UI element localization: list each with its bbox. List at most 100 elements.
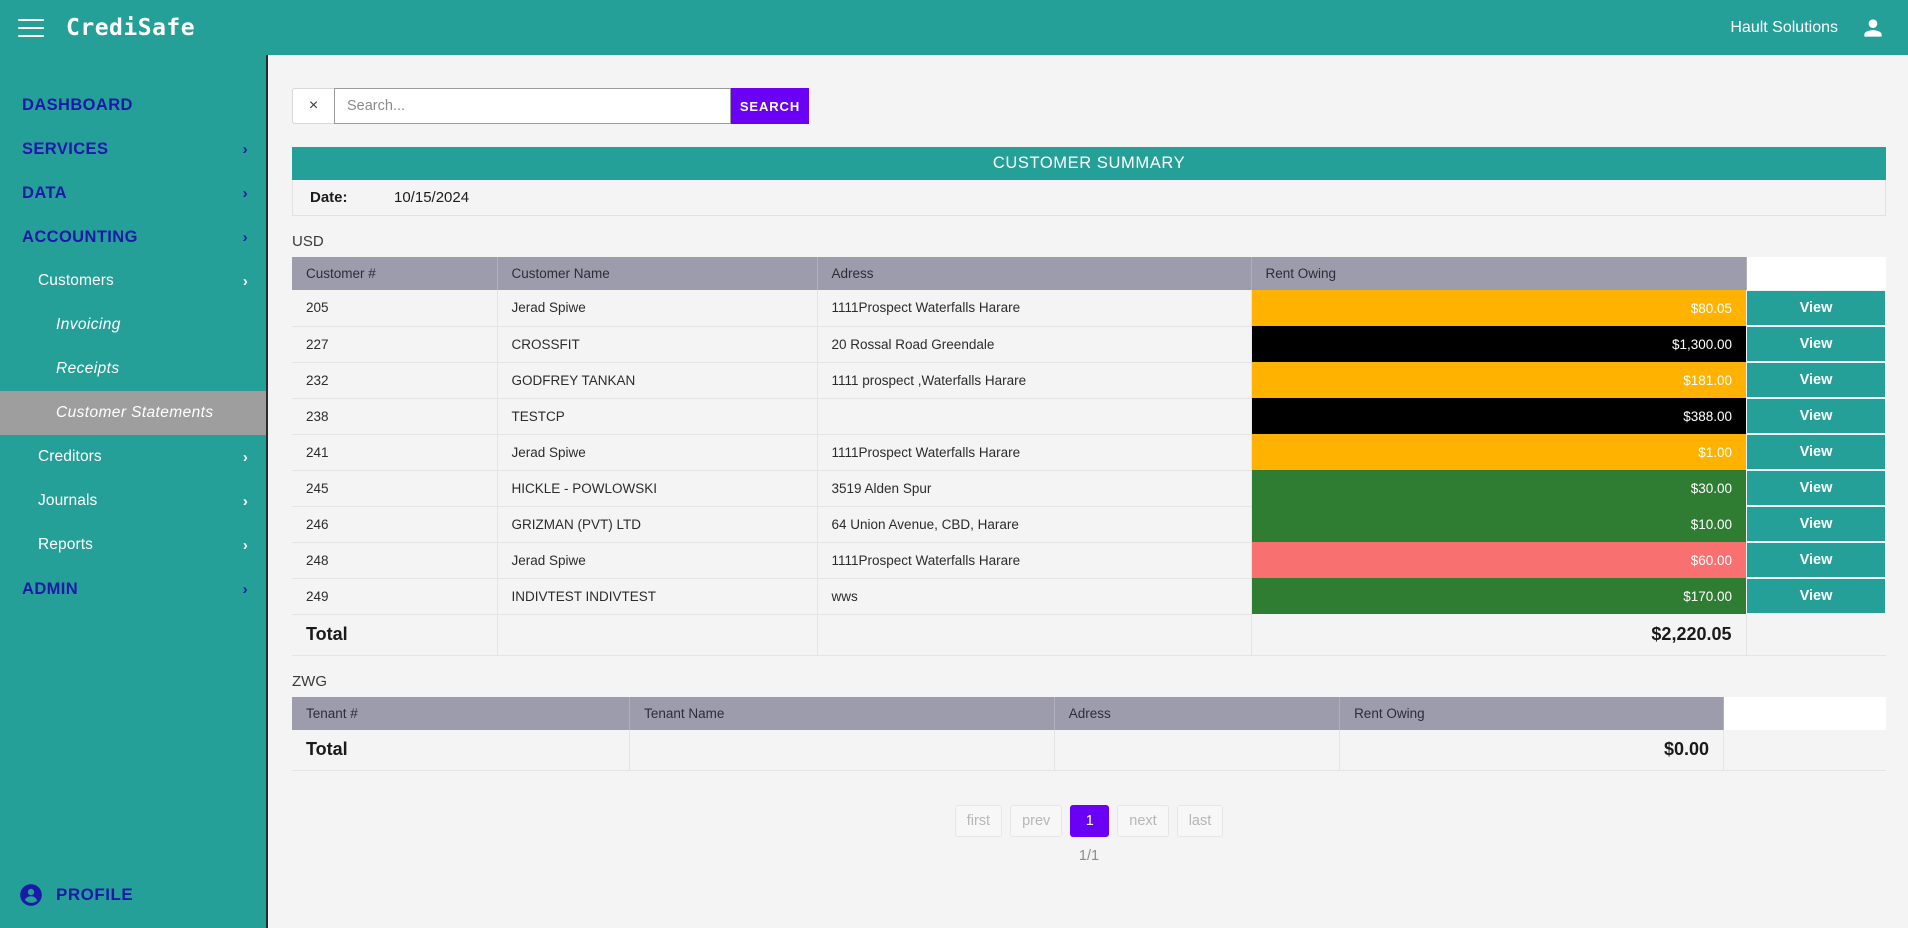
sidebar-item-label: DASHBOARD (22, 95, 133, 114)
cell-address: 3519 Alden Spur (817, 470, 1252, 507)
total-blank-name (497, 614, 818, 656)
column-header-adress: Adress (817, 257, 1252, 290)
cell-name: Jerad Spiwe (497, 290, 818, 327)
view-button[interactable]: View (1746, 290, 1886, 326)
sidebar-item-creditors[interactable]: Creditors › (0, 435, 266, 479)
chevron-right-icon: › (242, 492, 248, 510)
sidebar-item-journals[interactable]: Journals › (0, 479, 266, 523)
cell-action: View (1746, 290, 1886, 326)
cell-name: GRIZMAN (PVT) LTD (497, 506, 818, 543)
cell-action: View (1746, 506, 1886, 542)
cell-name: INDIVTEST INDIVTEST (497, 578, 818, 615)
view-button[interactable]: View (1746, 506, 1886, 542)
zwg-tenant-table: Tenant # Tenant Name Adress Rent Owing Tota… (292, 696, 1886, 771)
sidebar-item-admin[interactable]: ADMIN › (0, 567, 266, 611)
sidebar-item-customer-statements[interactable]: Customer Statements (0, 391, 266, 435)
sidebar-item-services[interactable]: SERVICES › (0, 127, 266, 171)
pagination-page-1-button[interactable]: 1 (1070, 805, 1110, 837)
usd-table-header-row: Customer # Customer Name Adress Rent Owing (292, 257, 1886, 290)
total-blank-address (817, 614, 1252, 656)
chevron-right-icon: › (242, 580, 248, 598)
cell-rent-owing: $1.00 (1251, 434, 1746, 470)
zwg-section-label: ZWG (292, 672, 327, 690)
cell-name: TESTCP (497, 398, 818, 435)
chevron-right-icon: › (242, 184, 248, 202)
cell-action: View (1746, 362, 1886, 398)
pagination-next-button[interactable]: next (1117, 805, 1169, 837)
sidebar-item-receipts[interactable]: Receipts (0, 347, 266, 391)
cell-id: 249 (292, 578, 498, 615)
zwg-table-header-row: Tenant # Tenant Name Adress Rent Owing (292, 696, 1886, 730)
pagination-controls: first prev 1 next last (954, 805, 1224, 837)
date-value: 10/15/2024 (394, 189, 470, 206)
column-header-customer-: Customer # (292, 257, 498, 290)
sidebar-item-reports[interactable]: Reports › (0, 523, 266, 567)
column-header-rent-owing: Rent Owing (1251, 257, 1747, 290)
top-app-bar: CrediSafe Hault Solutions (0, 0, 1908, 55)
view-button[interactable]: View (1746, 362, 1886, 398)
table-total-row: Total $0.00 (292, 729, 1886, 771)
pagination-prev-button[interactable]: prev (1010, 805, 1063, 837)
search-bar: × SEARCH (292, 88, 809, 124)
account-circle-icon[interactable] (1860, 15, 1886, 41)
sidebar-item-label: ADMIN (22, 579, 79, 598)
table-row: 241 Jerad Spiwe 1111Prospect Waterfalls Ha… (292, 434, 1886, 471)
cell-id: 205 (292, 290, 498, 327)
sidebar-item-dashboard[interactable]: DASHBOARD (0, 83, 266, 127)
cell-rent-owing: $80.05 (1251, 290, 1746, 326)
view-button[interactable]: View (1746, 470, 1886, 506)
cell-address: 1111Prospect Waterfalls Harare (817, 290, 1252, 327)
clear-search-icon[interactable]: × (292, 88, 334, 124)
cell-address: 1111 prospect ,Waterfalls Harare (817, 362, 1252, 399)
date-label: Date: (310, 189, 348, 206)
table-row: 245 HICKLE - POWLOWSKI 3519 Alden Spur $30.… (292, 470, 1886, 507)
sidebar-item-label: ACCOUNTING (22, 227, 138, 246)
cell-action: View (1746, 434, 1886, 470)
sidebar-item-label: DATA (22, 183, 67, 202)
usd-customer-table: Customer # Customer Name Adress Rent Owing … (292, 257, 1886, 656)
organization-name: Hault Solutions (1730, 18, 1838, 36)
zwg-table-body: Total $0.00 (292, 729, 1886, 771)
search-button[interactable]: SEARCH (731, 88, 809, 124)
total-amount: $0.00 (1339, 729, 1725, 771)
cell-id: 245 (292, 470, 498, 507)
total-blank-address (1054, 729, 1341, 771)
table-row: 248 Jerad Spiwe 1111Prospect Waterfalls Ha… (292, 542, 1886, 579)
sidebar-navigation: DASHBOARD SERVICES › DATA › ACCOUNTING › Custom… (0, 55, 268, 928)
view-button[interactable]: View (1746, 326, 1886, 362)
view-button[interactable]: View (1746, 542, 1886, 578)
total-blank-action (1723, 729, 1886, 771)
cell-name: Jerad Spiwe (497, 434, 818, 471)
cell-address: 1111Prospect Waterfalls Harare (817, 542, 1252, 579)
sidebar-profile-button[interactable]: PROFILE (0, 862, 266, 928)
view-button[interactable]: View (1746, 434, 1886, 470)
chevron-right-icon: › (242, 536, 248, 554)
cell-address: 64 Union Avenue, CBD, Harare (817, 506, 1252, 543)
search-input[interactable] (334, 88, 731, 124)
column-header-adress: Adress (1054, 696, 1341, 730)
main-content-area: × SEARCH CUSTOMER SUMMARY Date: 10/15/20… (270, 55, 1908, 928)
pagination-first-button[interactable]: first (954, 805, 1003, 837)
account-circle-icon (20, 884, 42, 906)
cell-address: 20 Rossal Road Greendale (817, 326, 1252, 363)
hamburger-menu-icon[interactable] (18, 18, 44, 37)
pagination-last-button[interactable]: last (1176, 805, 1224, 837)
page-count-label: 1/1 (1078, 848, 1100, 864)
cell-rent-owing: $10.00 (1251, 506, 1746, 542)
table-row: 205 Jerad Spiwe 1111Prospect Waterfalls Ha… (292, 290, 1886, 327)
sidebar-nav-list: DASHBOARD SERVICES › DATA › ACCOUNTING › Custom… (0, 55, 266, 611)
cell-action: View (1746, 326, 1886, 362)
sidebar-item-accounting[interactable]: ACCOUNTING › (0, 215, 266, 259)
cell-address: 1111Prospect Waterfalls Harare (817, 434, 1252, 471)
total-label: Total (292, 729, 631, 771)
sidebar-item-invoicing[interactable]: Invoicing (0, 303, 266, 347)
view-button[interactable]: View (1746, 398, 1886, 434)
view-button[interactable]: View (1746, 578, 1886, 614)
sidebar-item-data[interactable]: DATA › (0, 171, 266, 215)
cell-address: wws (817, 578, 1252, 615)
cell-action: View (1746, 398, 1886, 434)
sidebar-item-customers[interactable]: Customers › (0, 259, 266, 303)
column-header-customer-name: Customer Name (497, 257, 818, 290)
column-header-actions (1746, 257, 1886, 290)
cell-rent-owing: $388.00 (1251, 398, 1746, 434)
